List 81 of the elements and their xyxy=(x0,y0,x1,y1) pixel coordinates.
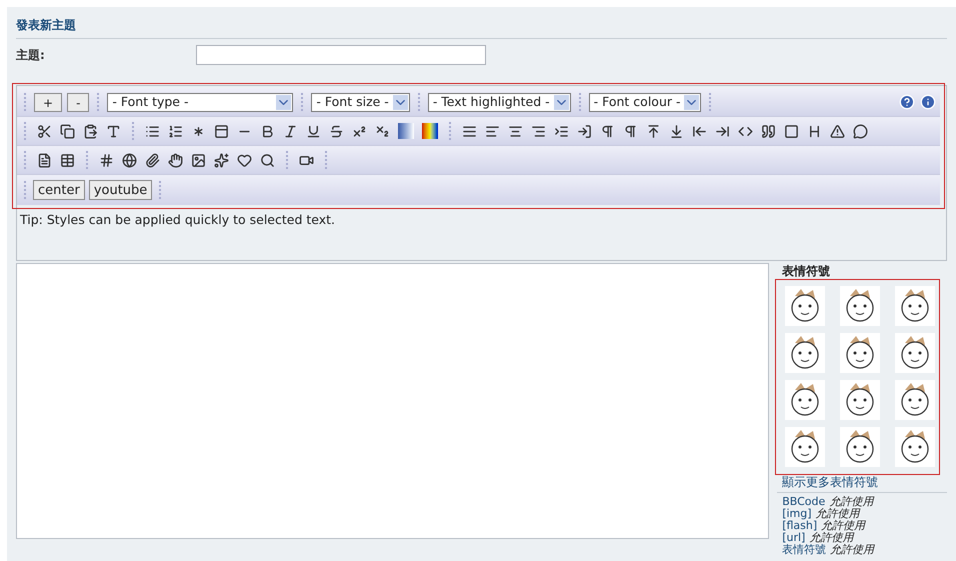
bold-icon[interactable] xyxy=(260,124,275,138)
numbered-list-icon[interactable] xyxy=(168,124,183,138)
dropdown-icon xyxy=(684,94,700,110)
dropdown-icon xyxy=(276,94,292,110)
paperclip-icon[interactable] xyxy=(145,152,160,168)
permission-status: 允許使用 xyxy=(830,544,874,556)
justify-icon[interactable] xyxy=(462,124,477,138)
italic-icon[interactable] xyxy=(283,124,298,138)
permission-tag: [url] xyxy=(782,532,806,544)
document-icon[interactable] xyxy=(37,152,52,168)
more-smilies-link[interactable]: 顯示更多表情符號 xyxy=(777,475,947,493)
format-select[interactable]: - Text highlighted - xyxy=(428,92,571,112)
format-select[interactable]: - Font type - xyxy=(107,92,294,112)
format-select[interactable]: - Font size - xyxy=(311,92,410,112)
size-button[interactable]: - xyxy=(67,92,90,112)
warning-icon[interactable] xyxy=(830,124,845,138)
emoticon-drawing[interactable] xyxy=(894,333,935,373)
bbcode-button[interactable]: youtube xyxy=(88,180,152,200)
text-style-icon[interactable] xyxy=(106,124,121,138)
move-up-icon[interactable] xyxy=(646,124,661,138)
quote-icon[interactable] xyxy=(761,124,776,138)
table-icon[interactable] xyxy=(60,152,75,168)
permission-status: 允許使用 xyxy=(809,532,854,544)
hash-icon[interactable] xyxy=(99,152,114,168)
emoticon-drawing[interactable] xyxy=(785,427,826,467)
tip-text: Tip: Styles can be applied quickly to selected text. xyxy=(20,211,336,229)
help-icon[interactable] xyxy=(899,94,915,110)
gradient-icon[interactable] xyxy=(398,123,414,139)
emoticon-drawing[interactable] xyxy=(785,333,826,373)
permission-tag: BBCode xyxy=(782,496,826,508)
subject-input[interactable] xyxy=(196,45,486,65)
emoticon-drawing[interactable] xyxy=(840,427,880,467)
subject-label: 主題: xyxy=(16,47,46,64)
emoticon-drawing[interactable] xyxy=(785,286,826,326)
copy-icon[interactable] xyxy=(60,124,75,138)
emoticon-drawing[interactable] xyxy=(840,286,880,326)
align-center-icon[interactable] xyxy=(508,124,523,138)
rainbow-icon[interactable] xyxy=(422,123,438,139)
permission-tag: [img] xyxy=(782,508,812,520)
permission-status: 允許使用 xyxy=(816,508,860,520)
strikethrough-icon[interactable] xyxy=(329,124,344,138)
dropdown-icon xyxy=(554,94,569,110)
permission-tag: 表情符號 xyxy=(782,544,826,556)
emoticon-drawing[interactable] xyxy=(894,380,935,420)
format-select[interactable]: - Font colour - xyxy=(588,92,702,112)
align-right-icon[interactable] xyxy=(531,124,546,138)
image-icon[interactable] xyxy=(191,152,206,168)
indent-icon[interactable] xyxy=(554,124,569,138)
heading-icon[interactable] xyxy=(807,124,822,138)
emoticon-drawing[interactable] xyxy=(840,380,880,420)
page-title: 發表新主題 xyxy=(16,16,947,39)
bbcode-button[interactable]: center xyxy=(33,180,85,200)
align-left-icon[interactable] xyxy=(485,124,500,138)
move-left-icon[interactable] xyxy=(692,124,707,138)
smilies-title: 表情符號 xyxy=(781,264,832,278)
move-down-icon[interactable] xyxy=(669,124,684,138)
sparkle-icon[interactable] xyxy=(214,152,229,168)
speech-bubble-icon[interactable] xyxy=(853,124,868,138)
subscript-icon[interactable] xyxy=(375,124,390,138)
emoticon-drawing[interactable] xyxy=(894,286,935,326)
emoticon-drawing[interactable] xyxy=(840,333,880,373)
info-icon[interactable] xyxy=(920,94,936,110)
permission-tag: [flash] xyxy=(782,520,818,532)
arrow-box-icon[interactable] xyxy=(577,124,592,138)
emoticon-drawing[interactable] xyxy=(894,427,935,467)
search-icon[interactable] xyxy=(260,152,275,168)
scissors-icon[interactable] xyxy=(37,124,52,138)
emoticon-drawing[interactable] xyxy=(785,380,826,420)
window-icon[interactable] xyxy=(214,124,229,138)
size-button[interactable]: + xyxy=(34,92,62,112)
dropdown-icon xyxy=(392,94,408,110)
move-right-icon[interactable] xyxy=(715,124,730,138)
blank-square-icon[interactable] xyxy=(784,124,799,138)
underline-icon[interactable] xyxy=(306,124,321,138)
permission-status: 允許使用 xyxy=(829,496,874,508)
heart-icon[interactable] xyxy=(237,152,252,168)
hand-icon[interactable] xyxy=(168,152,183,168)
permission-status: 允許使用 xyxy=(821,520,866,532)
bullet-list-icon[interactable] xyxy=(145,124,160,138)
superscript-icon[interactable] xyxy=(352,124,367,138)
paste-icon[interactable] xyxy=(83,124,98,138)
